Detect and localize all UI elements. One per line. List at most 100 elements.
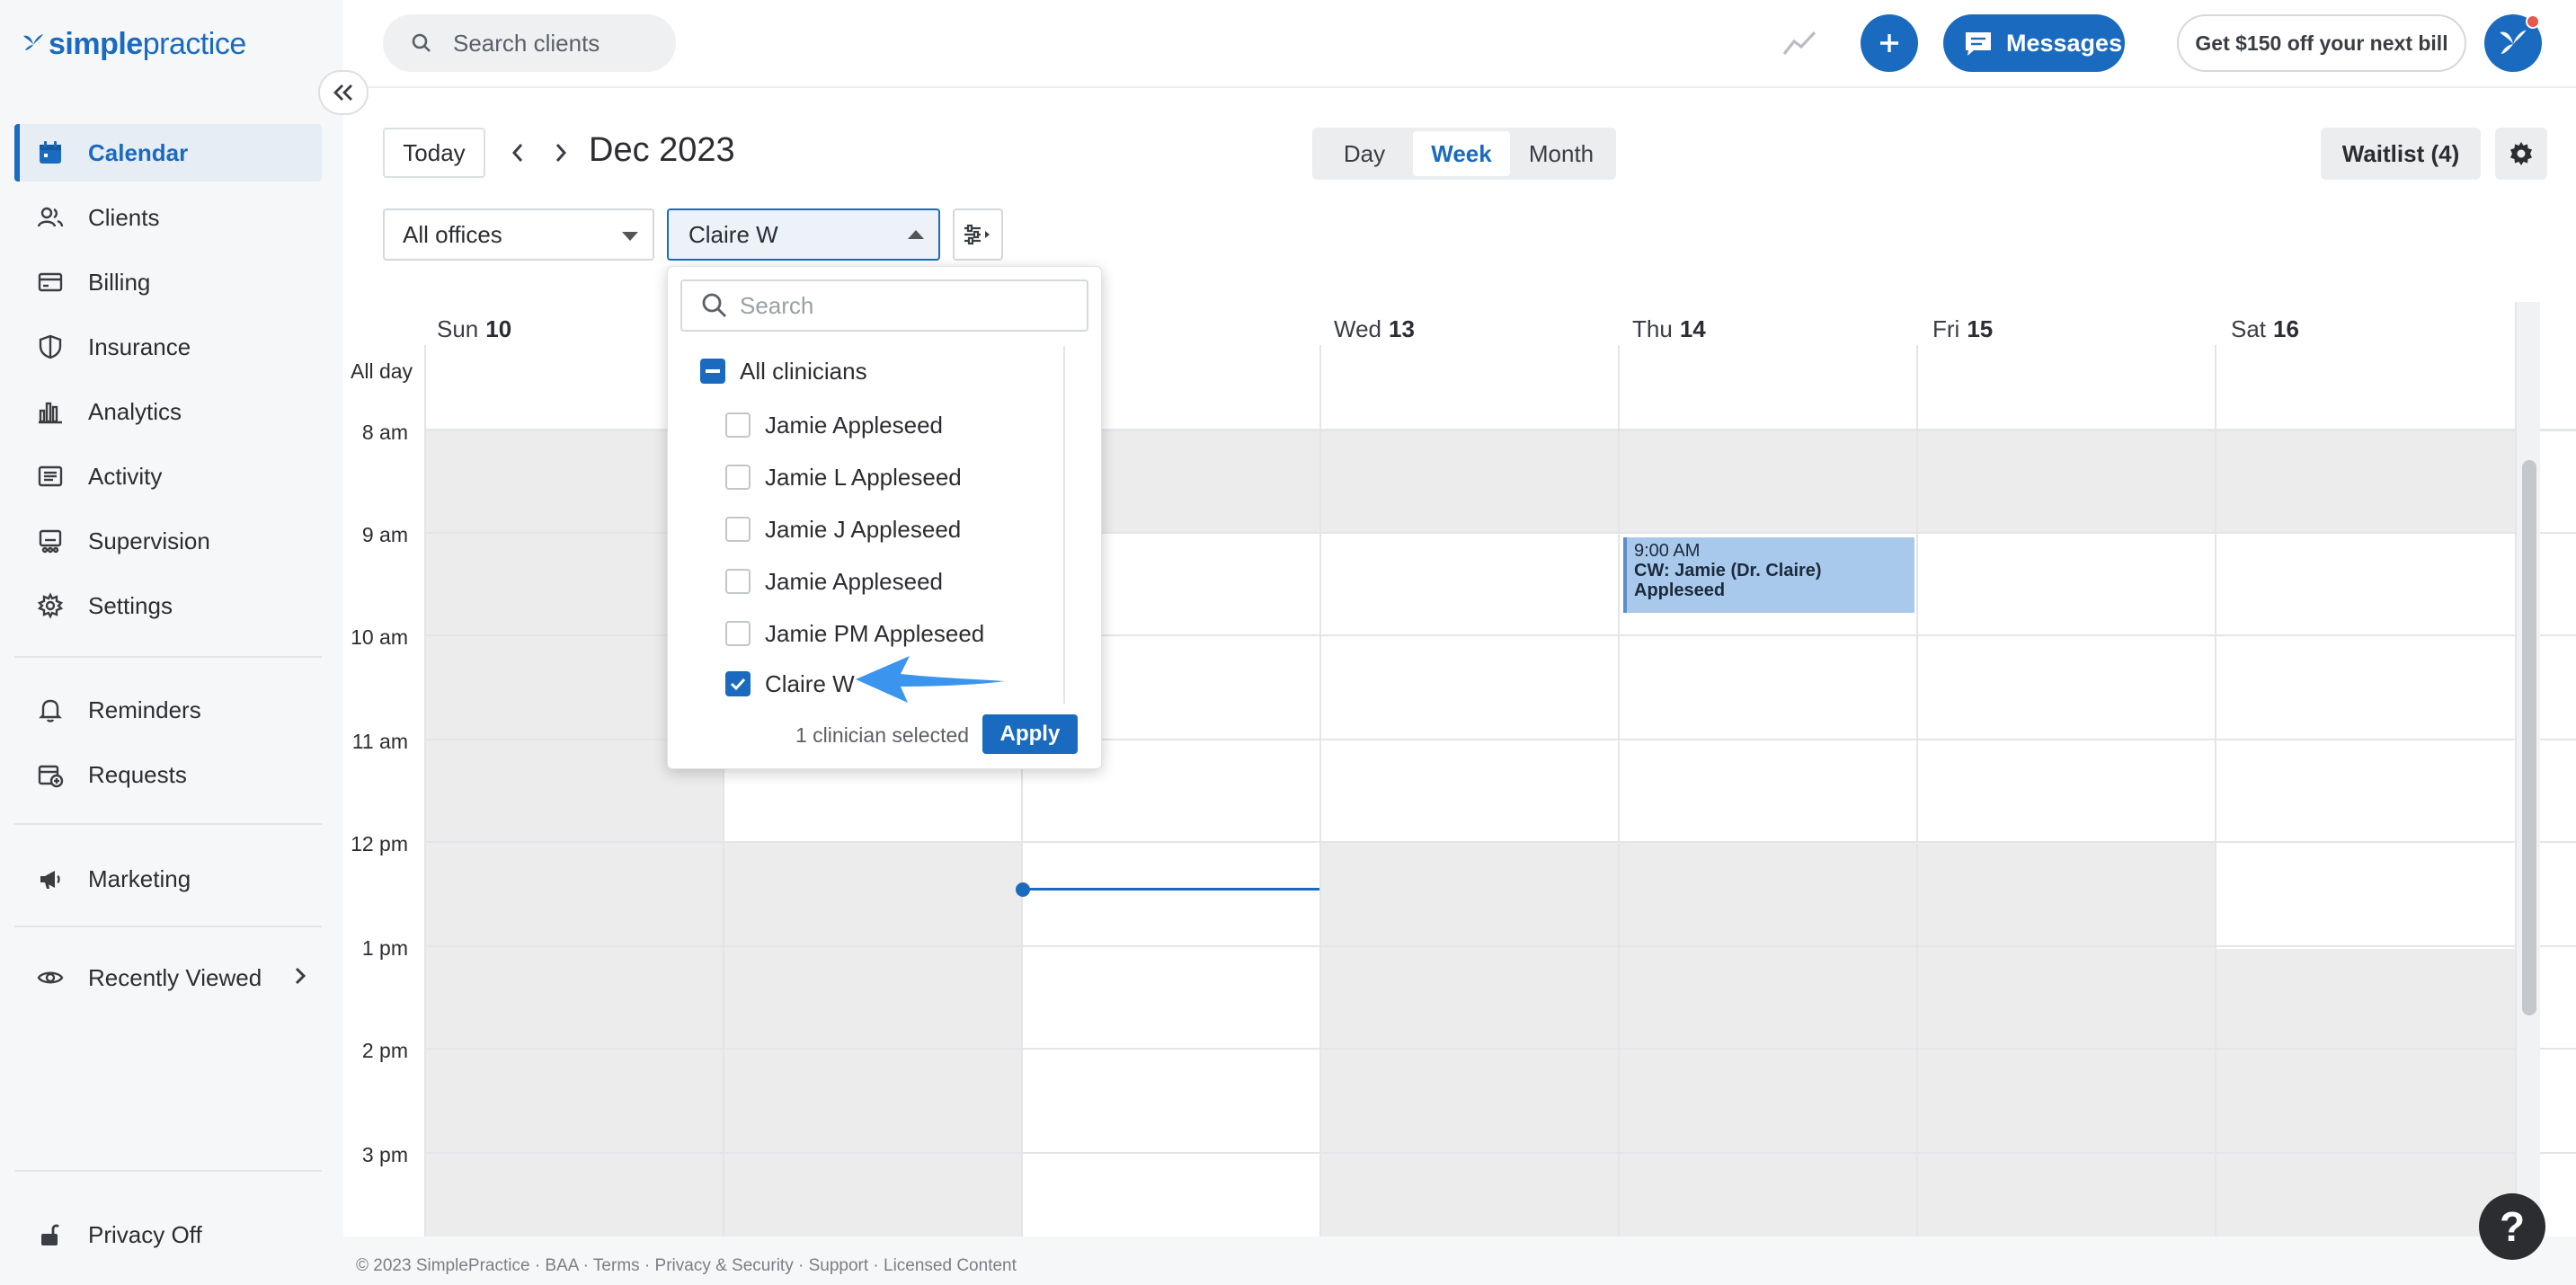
search-icon xyxy=(702,293,726,317)
checkbox[interactable] xyxy=(725,465,751,490)
option-label: Jamie J Appleseed xyxy=(765,515,962,543)
caret-up-icon xyxy=(908,230,924,239)
sidebar-item-label: Requests xyxy=(88,760,187,788)
clinician-select-value: Claire W xyxy=(688,220,778,248)
clinician-option[interactable]: Jamie Appleseed xyxy=(725,562,943,601)
hour-line xyxy=(424,945,2576,947)
option-label: Claire W xyxy=(765,669,855,697)
tab-month[interactable]: Month xyxy=(1510,131,1612,176)
gear-icon xyxy=(32,588,68,624)
offices-select[interactable]: All offices xyxy=(383,208,654,261)
sidebar-item-activity[interactable]: Activity xyxy=(14,448,322,505)
clinician-option[interactable]: Claire W xyxy=(725,664,855,704)
messages-button[interactable]: Messages xyxy=(1943,14,2125,72)
day-column[interactable] xyxy=(1916,345,2215,1236)
sidebar-item-label: Activity xyxy=(88,462,163,490)
sidebar-item-label: Settings xyxy=(88,591,173,619)
all-clinicians-option[interactable]: All clinicians xyxy=(700,351,867,391)
selected-count: 1 clinician selected xyxy=(795,723,970,747)
filter-options-button[interactable] xyxy=(953,208,1003,261)
help-button[interactable]: ? xyxy=(2479,1193,2545,1260)
checkbox[interactable] xyxy=(725,569,751,594)
add-new-button[interactable] xyxy=(1861,14,1918,72)
butterfly-logo-icon xyxy=(23,34,43,50)
tab-day[interactable]: Day xyxy=(1316,131,1413,176)
event-title: CW: Jamie (Dr. Claire) xyxy=(1634,561,1822,580)
promo-button[interactable]: Get $150 off your next bill xyxy=(2177,14,2466,72)
sidebar-item-label: Clients xyxy=(88,203,160,231)
sidebar-item-supervision[interactable]: Supervision xyxy=(14,512,322,570)
month-title: Dec 2023 xyxy=(589,131,735,169)
sidebar-item-settings[interactable]: Settings xyxy=(14,577,322,634)
calendar-scrollbar-thumb[interactable] xyxy=(2522,460,2536,1015)
sidebar-item-reminders[interactable]: Reminders xyxy=(14,681,322,739)
sidebar-item-label: Privacy Off xyxy=(88,1220,202,1248)
megaphone-icon xyxy=(32,861,68,897)
checkbox[interactable] xyxy=(725,517,751,542)
time-label: 2 pm xyxy=(361,1039,408,1062)
next-week-button[interactable] xyxy=(545,135,577,171)
hour-line xyxy=(424,1152,2576,1154)
tab-week[interactable]: Week xyxy=(1413,131,1510,176)
allday-label: All day xyxy=(351,359,413,383)
calendar-settings-button[interactable] xyxy=(2495,128,2547,180)
day-column[interactable] xyxy=(1618,345,1916,1236)
appointment-event[interactable]: 9:00 AM CW: Jamie (Dr. Claire) Appleseed xyxy=(1623,537,1914,613)
gear-icon xyxy=(2510,142,2532,165)
sidebar-item-label: Reminders xyxy=(88,696,201,723)
waitlist-button[interactable]: Waitlist (4) xyxy=(2321,128,2481,180)
sidebar-item-label: Recently Viewed xyxy=(88,963,262,991)
sidebar-item-label: Marketing xyxy=(88,864,191,892)
search-clients-input[interactable]: Search clients xyxy=(383,14,676,72)
logo[interactable]: simplepractice xyxy=(20,22,246,66)
offices-select-value: All offices xyxy=(403,220,502,248)
notification-dot xyxy=(2526,14,2540,29)
sidebar-item-label: Calendar xyxy=(88,138,189,166)
sidebar-item-insurance[interactable]: Insurance xyxy=(14,318,322,376)
messages-label: Messages xyxy=(2006,29,2123,57)
clinician-option[interactable]: Jamie J Appleseed xyxy=(725,510,961,549)
caret-down-icon xyxy=(622,232,638,241)
clinician-option[interactable]: Jamie Appleseed xyxy=(725,405,943,445)
sidebar-item-privacy[interactable]: Privacy Off xyxy=(14,1206,322,1263)
apply-button[interactable]: Apply xyxy=(982,714,1078,754)
sidebar-item-recently-viewed[interactable]: Recently Viewed xyxy=(14,949,322,1006)
day-column[interactable] xyxy=(2215,345,2513,1236)
collapse-sidebar-button[interactable] xyxy=(318,70,369,115)
topbar: Search clients Messages Get $150 off you… xyxy=(343,0,2576,88)
checkbox[interactable] xyxy=(725,412,751,438)
checkbox[interactable] xyxy=(725,621,751,646)
option-label: All clinicians xyxy=(740,357,867,385)
checkbox-partial[interactable] xyxy=(700,359,725,384)
time-label: 3 pm xyxy=(361,1143,408,1166)
sidebar-item-label: Billing xyxy=(88,268,151,296)
dropdown-scrollbar[interactable] xyxy=(1063,346,1065,704)
time-label: 11 am xyxy=(351,730,408,753)
chat-bubble-icon xyxy=(1966,32,1991,56)
day-column[interactable] xyxy=(1319,345,1618,1236)
clinician-select[interactable]: Claire W xyxy=(667,208,940,261)
prev-week-button[interactable] xyxy=(502,135,534,171)
clinician-search-input[interactable]: Search xyxy=(680,279,1088,332)
trend-line-icon[interactable] xyxy=(1781,27,1817,59)
time-label: 12 pm xyxy=(351,832,408,855)
sidebar-item-label: Supervision xyxy=(88,527,210,554)
sidebar-item-analytics[interactable]: Analytics xyxy=(14,383,322,440)
sidebar-item-label: Insurance xyxy=(88,332,191,360)
logo-text-bold: simple xyxy=(49,26,143,61)
option-label: Jamie Appleseed xyxy=(765,411,944,439)
calendar-icon xyxy=(32,135,68,171)
sidebar-item-requests[interactable]: Requests xyxy=(14,746,322,803)
sidebar-item-billing[interactable]: Billing xyxy=(14,253,322,311)
checkbox-checked[interactable] xyxy=(725,671,751,696)
clients-icon xyxy=(32,199,68,235)
sidebar-item-marketing[interactable]: Marketing xyxy=(14,850,322,908)
sidebar-item-clients[interactable]: Clients xyxy=(14,189,322,246)
time-label: 1 pm xyxy=(361,936,408,960)
clinician-option[interactable]: Jamie L Appleseed xyxy=(725,457,962,497)
sidebar-item-calendar[interactable]: Calendar xyxy=(14,124,322,182)
sidebar-divider xyxy=(14,656,322,658)
today-button[interactable]: Today xyxy=(383,128,485,178)
activity-icon xyxy=(32,458,68,494)
footer-links[interactable]: © 2023 SimplePractice · BAA · Terms · Pr… xyxy=(356,1256,1017,1276)
